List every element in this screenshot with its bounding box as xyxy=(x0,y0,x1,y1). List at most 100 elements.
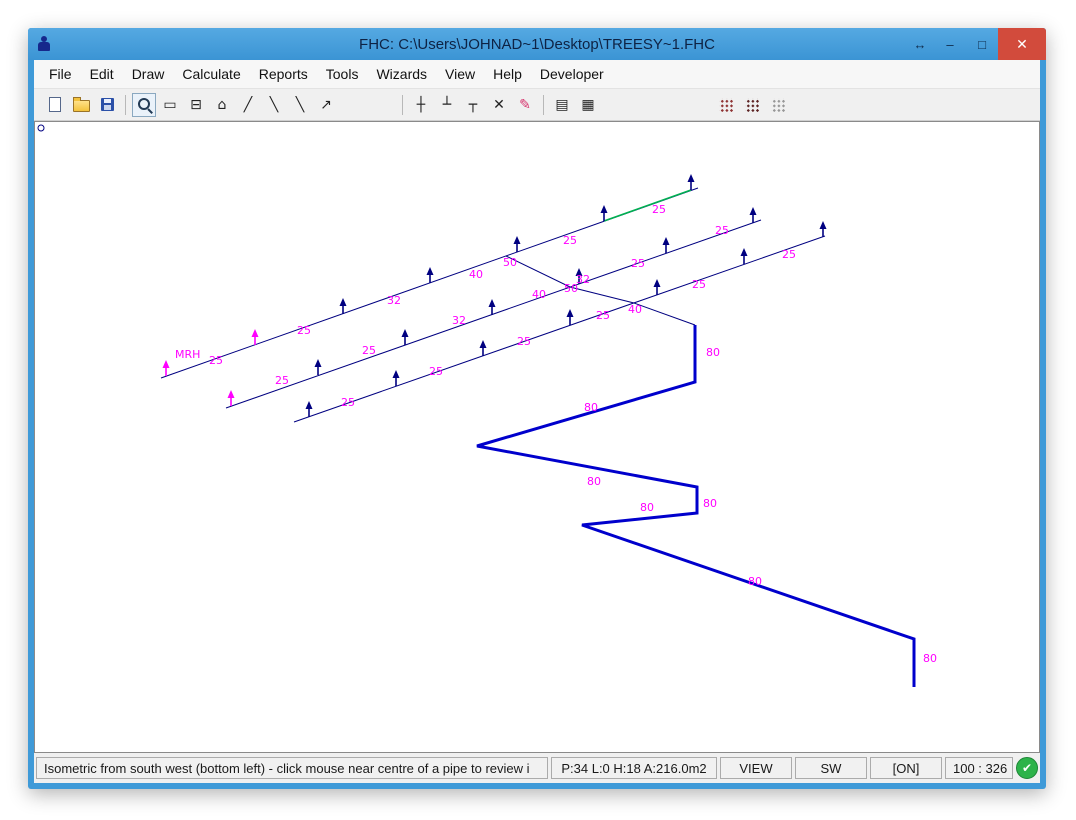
pipe-size-label: 80 xyxy=(703,497,717,510)
sprinkler-head-arrow[interactable] xyxy=(688,174,695,182)
sprinkler-head-arrow[interactable] xyxy=(741,248,748,256)
draw-pipe-arrow-button[interactable]: ↗ xyxy=(314,93,338,117)
sprinkler-head-arrow[interactable] xyxy=(315,359,322,367)
copy-results-button[interactable]: ▤ xyxy=(550,93,574,117)
sprinkler-head-arrow[interactable] xyxy=(306,401,313,409)
remove-node-icon: ┴ xyxy=(443,98,451,112)
zoom-icon xyxy=(137,97,152,112)
menu-item-developer[interactable]: Developer xyxy=(531,61,613,87)
grid-pattern-button-2[interactable] xyxy=(740,93,764,117)
menu-item-reports[interactable]: Reports xyxy=(250,61,317,87)
branch-pipe[interactable] xyxy=(226,220,761,408)
grid-pattern-button-3[interactable] xyxy=(766,93,790,117)
origin-marker xyxy=(38,125,44,131)
save-button[interactable] xyxy=(95,93,119,117)
save-icon xyxy=(101,98,114,111)
new-file-icon xyxy=(49,97,61,112)
menu-item-draw[interactable]: Draw xyxy=(123,61,174,87)
menu-item-help[interactable]: Help xyxy=(484,61,531,87)
status-snap-toggle[interactable]: [ON] xyxy=(870,757,942,779)
sprinkler-head-arrow[interactable] xyxy=(340,298,347,306)
pipe-size-label: 25 xyxy=(429,365,443,378)
pipe-size-label: 40 xyxy=(469,268,483,281)
pipe-list-button[interactable]: ▦ xyxy=(576,93,600,117)
new-file-button[interactable] xyxy=(43,93,67,117)
pipe-se-icon: ╲ xyxy=(270,98,278,112)
pipe-size-label: 32 xyxy=(387,294,401,307)
minimize-button[interactable]: – xyxy=(934,28,966,60)
draw-pipe-se-button[interactable]: ╲ xyxy=(262,93,286,117)
status-hint: Isometric from south west (bottom left) … xyxy=(36,757,548,779)
elevation-view-button[interactable]: ⊟ xyxy=(184,93,208,117)
title-bar[interactable]: FHC: C:\Users\JOHNAD~1\Desktop\TREESY~1.… xyxy=(28,28,1046,60)
toolbar-separator xyxy=(543,95,544,115)
draw-pipe-sw-button[interactable]: ╲ xyxy=(288,93,312,117)
menu-item-wizards[interactable]: Wizards xyxy=(367,61,436,87)
menu-item-edit[interactable]: Edit xyxy=(81,61,123,87)
close-button[interactable]: ✕ xyxy=(998,28,1046,60)
delete-icon: ✕ xyxy=(493,98,505,112)
sprinkler-head-arrow[interactable] xyxy=(252,329,259,337)
maximize-button[interactable]: □ xyxy=(966,28,998,60)
isometric-view-button[interactable]: ⌂ xyxy=(210,93,234,117)
tee-tool-button[interactable]: ┬ xyxy=(461,93,485,117)
sprinkler-head-arrow[interactable] xyxy=(163,360,170,368)
eraser-icon: ✎ xyxy=(519,98,531,112)
drawing-canvas[interactable]: MRH2525324025252525322525252525252550405… xyxy=(34,121,1040,753)
open-file-button[interactable] xyxy=(69,93,93,117)
draw-pipe-ne-button[interactable]: ╱ xyxy=(236,93,260,117)
pipe-size-label: 80 xyxy=(706,346,720,359)
highlighted-pipe[interactable] xyxy=(604,190,691,221)
sprinkler-head-arrow[interactable] xyxy=(663,237,670,245)
sprinkler-head-arrow[interactable] xyxy=(228,390,235,398)
pipe-size-label: 40 xyxy=(628,303,642,316)
plan-view-button[interactable]: ▭ xyxy=(158,93,182,117)
resize-icon[interactable]: ↔ xyxy=(906,28,934,60)
menu-item-calculate[interactable]: Calculate xyxy=(173,61,249,87)
window-title: FHC: C:\Users\JOHNAD~1\Desktop\TREESY~1.… xyxy=(28,36,1046,53)
eraser-button[interactable]: ✎ xyxy=(513,93,537,117)
status-view-mode[interactable]: VIEW xyxy=(720,757,792,779)
add-node-icon: ┼ xyxy=(417,98,425,112)
pipe-size-label: 25 xyxy=(341,396,355,409)
pipe-size-label: MRH xyxy=(175,348,200,361)
sprinkler-head-arrow[interactable] xyxy=(514,236,521,244)
open-folder-icon xyxy=(73,100,90,112)
delete-pipe-button[interactable]: ✕ xyxy=(487,93,511,117)
add-node-button[interactable]: ┼ xyxy=(409,93,433,117)
menu-item-view[interactable]: View xyxy=(436,61,484,87)
sprinkler-head-arrow[interactable] xyxy=(402,329,409,337)
pipe-drawing[interactable]: MRH2525324025252525322525252525252550405… xyxy=(35,122,1039,750)
sprinkler-head-arrow[interactable] xyxy=(750,207,757,215)
branch-pipe[interactable] xyxy=(294,236,825,422)
pipe-size-label: 25 xyxy=(715,224,729,237)
sprinkler-head-arrow[interactable] xyxy=(489,299,496,307)
sprinkler-head-arrow[interactable] xyxy=(601,205,608,213)
status-scale: 100 : 326 xyxy=(945,757,1013,779)
app-window: FHC: C:\Users\JOHNAD~1\Desktop\TREESY~1.… xyxy=(28,28,1046,789)
pipe-size-label: 25 xyxy=(297,324,311,337)
status-orientation[interactable]: SW xyxy=(795,757,867,779)
pipe-sw-icon: ╲ xyxy=(296,98,304,112)
remove-node-button[interactable]: ┴ xyxy=(435,93,459,117)
menu-item-tools[interactable]: Tools xyxy=(317,61,368,87)
toolbar: ▭ ⊟ ⌂ ╱ ╲ ╲ ↗ ┼ ┴ ┬ ✕ ✎ ▤ ▦ xyxy=(34,89,1040,121)
sprinkler-head-arrow[interactable] xyxy=(427,267,434,275)
menu-item-file[interactable]: File xyxy=(40,61,81,87)
pipe-size-label: 25 xyxy=(362,344,376,357)
pipe-arrow-icon: ↗ xyxy=(320,98,332,112)
grid-pattern-button-1[interactable] xyxy=(714,93,738,117)
sprinkler-head-arrow[interactable] xyxy=(393,370,400,378)
sprinkler-head-arrow[interactable] xyxy=(820,221,827,229)
sprinkler-head-arrow[interactable] xyxy=(567,309,574,317)
pipe-size-label: 80 xyxy=(923,652,937,665)
dot-grid-icon-1 xyxy=(719,98,733,112)
pipe-size-label: 25 xyxy=(782,248,796,261)
sprinkler-head-arrow[interactable] xyxy=(480,340,487,348)
sprinkler-head-arrow[interactable] xyxy=(654,279,661,287)
main-feed-pipe[interactable] xyxy=(477,325,914,687)
pipe-size-label: 25 xyxy=(517,335,531,348)
dot-grid-icon-3 xyxy=(771,98,785,112)
zoom-button[interactable] xyxy=(132,93,156,117)
isometric-view-icon: ⌂ xyxy=(218,98,227,112)
